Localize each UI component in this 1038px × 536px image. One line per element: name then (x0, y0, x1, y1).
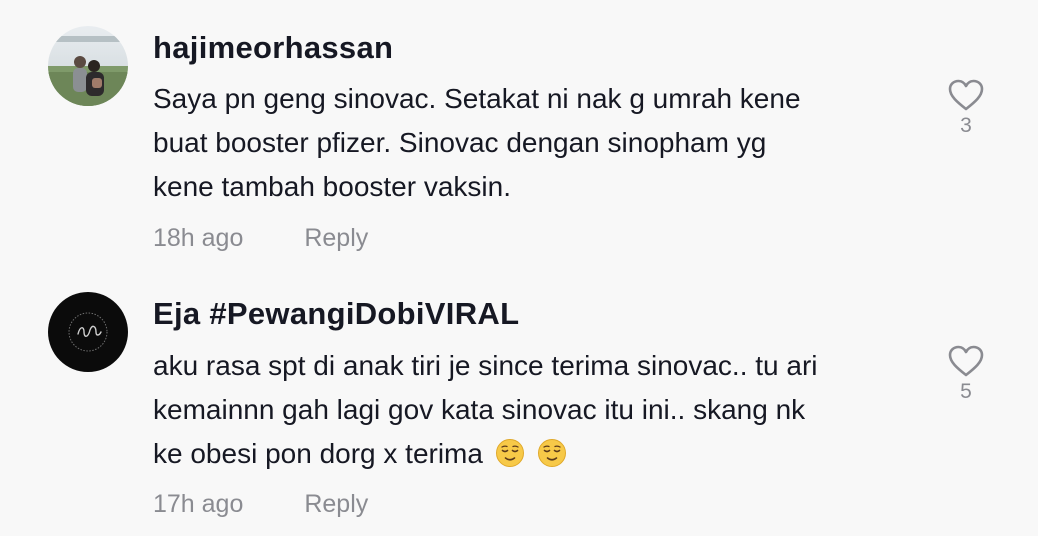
relieved-face-emoji-icon (495, 439, 524, 467)
comment-list: hajimeorhassan Saya pn geng sinovac. Set… (0, 0, 1038, 536)
comment-text-line: aku rasa spt di anak tiri je since terim… (153, 350, 818, 381)
comment-username[interactable]: Eja #PewangiDobiVIRAL (153, 296, 519, 332)
like-count: 5 (960, 380, 972, 403)
comment-text-line: buat booster pfizer. Sinovac dengan sino… (153, 127, 767, 158)
comment-text-line-with-emoji: ke obesi pon dorg x terima (153, 432, 913, 476)
comment-item: hajimeorhassan Saya pn geng sinovac. Set… (0, 0, 1038, 268)
comment-text: aku rasa spt di anak tiri je since terim… (153, 344, 913, 476)
relieved-face-emoji-icon (537, 439, 566, 467)
comment-text-segment: ke obesi pon dorg x terima (153, 438, 483, 469)
comment-username[interactable]: hajimeorhassan (153, 30, 393, 66)
reply-button[interactable]: Reply (304, 224, 368, 253)
user-avatar[interactable] (48, 26, 128, 106)
comment-text-line: kemainnn gah lagi gov kata sinovac itu i… (153, 394, 806, 425)
photo-avatar-icon (48, 26, 128, 106)
comment-timestamp: 17h ago (153, 490, 244, 518)
heart-icon (948, 345, 984, 377)
like-button[interactable]: 5 (944, 344, 988, 404)
comment-item: Eja #PewangiDobiVIRAL aku rasa spt di an… (0, 268, 1038, 536)
like-button[interactable]: 3 (944, 78, 988, 138)
comment-text: Saya pn geng sinovac. Setakat ni nak g u… (153, 77, 913, 209)
reply-button[interactable]: Reply (304, 490, 368, 519)
logo-avatar-icon (48, 292, 128, 372)
comment-meta: 18h ago Reply (153, 224, 368, 253)
comment-text-line: Saya pn geng sinovac. Setakat ni nak g u… (153, 83, 801, 114)
comment-meta: 17h ago Reply (153, 490, 368, 519)
comment-timestamp: 18h ago (153, 224, 244, 252)
heart-icon (948, 79, 984, 111)
comment-text-line: kene tambah booster vaksin. (153, 171, 511, 202)
user-avatar[interactable] (48, 292, 128, 372)
like-count: 3 (960, 114, 972, 137)
